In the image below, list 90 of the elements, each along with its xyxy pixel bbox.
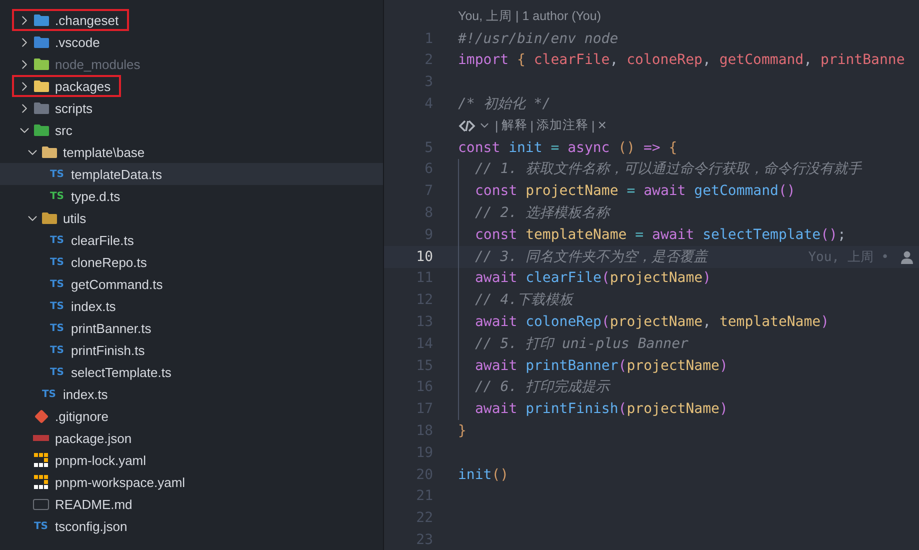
- file-name: templateData.ts: [71, 166, 162, 182]
- typescript-file-icon: TS: [50, 300, 64, 312]
- file-item[interactable]: TS index.ts: [0, 295, 383, 317]
- file-item[interactable]: TS index.ts: [0, 383, 383, 405]
- code-line: const init = async () => {: [458, 140, 678, 156]
- code-line: // 2. 选择模板名称: [475, 204, 610, 222]
- code-line: await printBanner(projectName): [475, 358, 728, 374]
- line-number: 10: [415, 248, 433, 265]
- code-line: // 1. 获取文件名称，可以通过命令行获取，命令行没有就手: [475, 160, 862, 178]
- file-name: printBanner.ts: [71, 320, 152, 336]
- file-name: src: [55, 122, 72, 138]
- code-line: init(): [458, 466, 509, 483]
- file-name: getCommand.ts: [71, 276, 163, 292]
- file-name: selectTemplate.ts: [71, 364, 172, 380]
- typescript-file-icon: TS: [50, 234, 64, 246]
- code-assistant-icon[interactable]: [458, 118, 476, 133]
- grid-squares-icon: [34, 475, 48, 489]
- file-name: .changeset: [55, 12, 119, 28]
- markdown-file-icon: [33, 498, 49, 510]
- code-line: await clearFile(projectName): [475, 270, 712, 286]
- typescript-file-icon: TS: [50, 322, 64, 334]
- folder-item[interactable]: .changeset: [0, 9, 383, 31]
- separator-text: |: [495, 118, 498, 133]
- typescript-file-icon: TS: [34, 520, 48, 532]
- code-line: const projectName = await getCommand(): [475, 183, 796, 200]
- file-name: .gitignore: [55, 408, 108, 424]
- file-name: type.d.ts: [71, 188, 120, 204]
- file-item[interactable]: package.json: [0, 427, 383, 449]
- file-name: pnpm-lock.yaml: [55, 452, 146, 468]
- file-name: packages: [55, 78, 111, 94]
- file-item[interactable]: TS getCommand.ts: [0, 273, 383, 295]
- code-line: // 6. 打印完成提示: [475, 378, 610, 396]
- code-line: const templateName = await selectTemplate();: [475, 226, 846, 243]
- folder-item[interactable]: packages: [0, 75, 383, 97]
- file-item[interactable]: TS templateData.ts: [0, 163, 383, 185]
- file-item[interactable]: TS type.d.ts: [0, 185, 383, 207]
- file-item[interactable]: TS printFinish.ts: [0, 339, 383, 361]
- code-line: await coloneRep(projectName, templateName): [475, 314, 830, 330]
- code-line: // 5. 打印 uni-plus Banner: [475, 334, 688, 353]
- code-line: import { clearFile, coloneRep, getCommand, printBanne: [458, 52, 905, 68]
- file-name: .vscode: [55, 34, 100, 50]
- file-item[interactable]: .gitignore: [0, 405, 383, 427]
- close-button[interactable]: ×: [598, 117, 607, 134]
- file-name: printFinish.ts: [71, 342, 145, 358]
- file-name: package.json: [55, 430, 132, 446]
- typescript-file-icon: TS: [50, 366, 64, 378]
- folder-item[interactable]: src: [0, 119, 383, 141]
- folder-item[interactable]: .vscode: [0, 31, 383, 53]
- file-name: README.md: [55, 496, 132, 512]
- file-item[interactable]: TS clearFile.ts: [0, 229, 383, 251]
- folder-item[interactable]: scripts: [0, 97, 383, 119]
- file-name: index.ts: [63, 386, 108, 402]
- typescript-file-icon: TS: [50, 168, 64, 180]
- file-name: clearFile.ts: [71, 232, 134, 248]
- typescript-file-icon: TS: [42, 388, 56, 400]
- folder-item[interactable]: utils: [0, 207, 383, 229]
- code-line: // 4.下载模板: [475, 291, 574, 310]
- folder-item[interactable]: template\base: [0, 141, 383, 163]
- code-line: #!/usr/bin/env node: [458, 30, 618, 47]
- code-line: /* 初始化 */: [458, 95, 551, 114]
- code-line: }: [458, 423, 466, 440]
- codelens-action-link[interactable]: 添加注释: [536, 117, 588, 134]
- typescript-file-icon: TS: [50, 344, 64, 356]
- grid-squares-icon: [34, 453, 48, 467]
- avatar-icon: [899, 248, 915, 265]
- file-item[interactable]: pnpm-workspace.yaml: [0, 471, 383, 493]
- file-item[interactable]: TS printBanner.ts: [0, 317, 383, 339]
- file-item[interactable]: README.md: [0, 493, 383, 515]
- file-item[interactable]: TS selectTemplate.ts: [0, 361, 383, 383]
- file-item[interactable]: pnpm-lock.yaml: [0, 449, 383, 471]
- file-name: pnpm-workspace.yaml: [55, 474, 186, 490]
- file-name: scripts: [55, 100, 93, 116]
- typescript-file-icon: TS: [50, 190, 64, 202]
- code-line: await printFinish(projectName): [475, 401, 728, 418]
- file-name: template\base: [63, 144, 145, 160]
- file-item[interactable]: TS tsconfig.json: [0, 515, 383, 537]
- file-name: index.ts: [71, 298, 116, 314]
- file-name: node_modules: [55, 56, 140, 72]
- file-name: utils: [63, 210, 86, 226]
- file-name: cloneRepo.ts: [71, 254, 147, 270]
- npm-file-icon: [33, 434, 49, 442]
- typescript-file-icon: TS: [50, 278, 64, 290]
- separator-text: |: [592, 118, 595, 133]
- author-codelens[interactable]: You, 上周 | 1 author (You): [458, 8, 601, 26]
- file-item[interactable]: TS cloneRepo.ts: [0, 251, 383, 273]
- code-line: // 3. 同名文件夹不为空，是否覆盖: [475, 248, 708, 266]
- codelens-action-link[interactable]: 解释: [501, 117, 528, 134]
- file-name: tsconfig.json: [55, 518, 128, 534]
- typescript-file-icon: TS: [50, 256, 64, 268]
- separator-text: |: [530, 118, 534, 133]
